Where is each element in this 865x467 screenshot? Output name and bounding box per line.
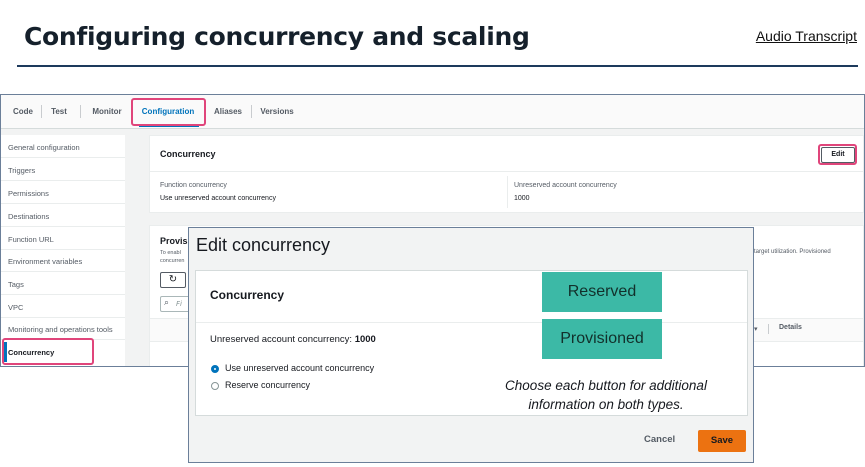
sidebar-item-tags[interactable]: Tags — [8, 280, 24, 289]
tab-code[interactable]: Code — [9, 95, 37, 128]
edit-concurrency-modal: Edit concurrency Concurrency Unreserved … — [188, 227, 754, 463]
concurrency-sidebar-highlight — [2, 338, 94, 365]
tab-separator — [251, 105, 252, 118]
sidebar-divider — [1, 180, 125, 181]
radio-use-unreserved[interactable] — [211, 365, 219, 373]
unreserved-value: 1000 — [354, 334, 376, 345]
save-button[interactable]: Save — [698, 430, 746, 452]
instruction-text: Choose each button for additional inform… — [505, 378, 707, 412]
sidebar-item-environment-variables[interactable]: Environment variables — [8, 257, 82, 266]
sidebar-divider — [1, 317, 125, 318]
card-title: Concurrency — [210, 288, 285, 302]
unreserved-concurrency-label: Unreserved account concurrency — [514, 182, 617, 189]
refresh-icon[interactable]: ↻ — [160, 272, 186, 288]
sidebar-item-vpc[interactable]: VPC — [8, 303, 23, 312]
function-concurrency-value: Use unreserved account concurrency — [160, 195, 276, 202]
unreserved-label: Unreserved account concurrency: — [210, 334, 355, 345]
panel-divider — [150, 171, 863, 172]
reserved-button[interactable]: Reserved — [542, 272, 662, 312]
provisioned-panel-title: Provisi — [160, 236, 191, 246]
sidebar-item-permissions[interactable]: Permissions — [8, 189, 49, 198]
radio-label-use-unreserved[interactable]: Use unreserved account concurrency — [225, 363, 374, 373]
sort-icon[interactable]: ▾ — [754, 325, 758, 333]
provisioned-desc-left-2: concurren — [160, 258, 185, 264]
function-concurrency-label: Function concurrency — [160, 182, 227, 189]
sidebar-divider — [1, 294, 125, 295]
search-icon: ⌕ — [164, 298, 170, 308]
card-divider — [196, 322, 747, 323]
page-title: Configuring concurrency and scaling — [24, 22, 530, 51]
provisioned-desc-right: target utilization. Provisioned — [754, 249, 831, 255]
tab-test[interactable]: Test — [45, 95, 73, 128]
concurrency-panel-title: Concurrency — [160, 149, 216, 159]
sidebar-item-general-configuration[interactable]: General configuration — [8, 143, 80, 152]
title-divider — [17, 65, 858, 67]
sidebar-divider — [1, 271, 125, 272]
cancel-button[interactable]: Cancel — [644, 434, 675, 445]
provisioned-desc-left: To enabl — [160, 250, 181, 256]
tab-monitor[interactable]: Monitor — [87, 95, 127, 128]
search-placeholder: Fi — [176, 300, 182, 308]
sidebar-divider — [1, 226, 125, 227]
configuration-tab-highlight — [131, 98, 206, 126]
column-divider — [507, 176, 508, 208]
details-column-header: Details — [779, 324, 802, 331]
provisioned-button[interactable]: Provisioned — [542, 319, 662, 359]
concurrency-panel: Concurrency Edit Function concurrency Us… — [149, 135, 864, 213]
tab-versions[interactable]: Versions — [257, 95, 297, 128]
unreserved-concurrency-text: Unreserved account concurrency: 1000 — [210, 334, 376, 345]
tab-separator — [41, 105, 42, 118]
modal-title: Edit concurrency — [196, 235, 331, 255]
sidebar-item-monitoring[interactable]: Monitoring and operations tools — [8, 325, 113, 334]
sidebar-item-destinations[interactable]: Destinations — [8, 212, 49, 221]
configuration-sidebar: General configuration Triggers Permissio… — [1, 135, 125, 366]
column-separator — [768, 324, 769, 334]
concurrency-card: Concurrency Unreserved account concurren… — [195, 270, 748, 416]
sidebar-divider — [1, 249, 125, 250]
sidebar-item-triggers[interactable]: Triggers — [8, 166, 35, 175]
sidebar-item-function-url[interactable]: Function URL — [8, 235, 54, 244]
audio-transcript-link[interactable]: Audio Transcript — [756, 28, 857, 44]
tab-aliases[interactable]: Aliases — [210, 95, 246, 128]
edit-button-highlight — [818, 144, 857, 165]
unreserved-concurrency-value: 1000 — [514, 195, 530, 202]
radio-reserve-concurrency[interactable] — [211, 382, 219, 390]
sidebar-divider — [1, 203, 125, 204]
radio-label-reserve-concurrency[interactable]: Reserve concurrency — [225, 380, 310, 390]
tab-separator — [80, 105, 81, 118]
tab-bar: Code Test Monitor Configuration Aliases … — [1, 95, 864, 129]
sidebar-divider — [1, 157, 125, 158]
